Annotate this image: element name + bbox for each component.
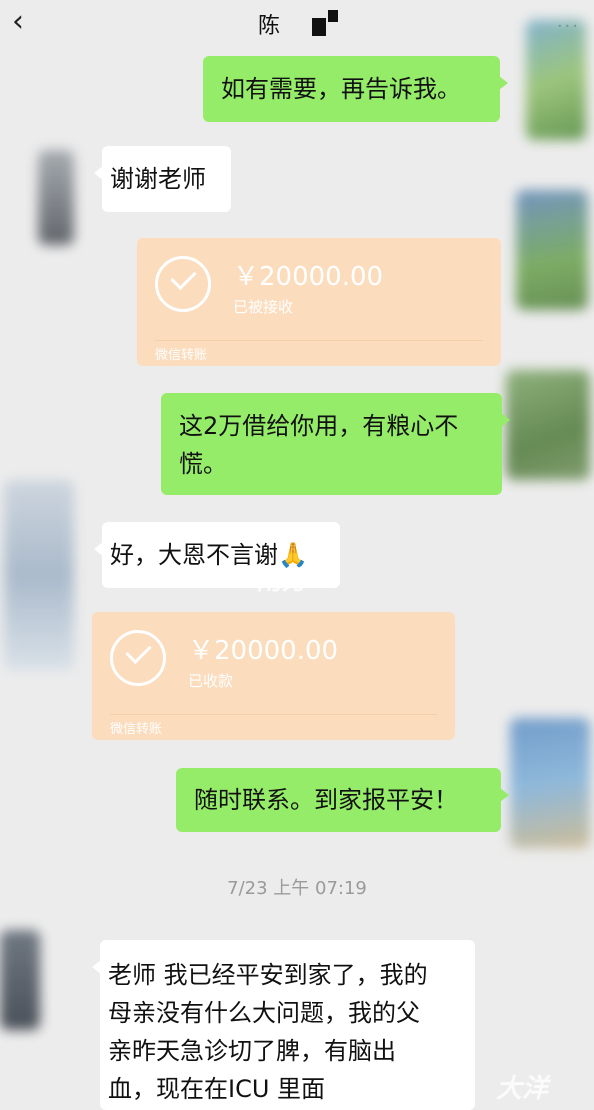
avatar-contact[interactable] [4,480,74,670]
wechat-transfer-card[interactable]: ￥20000.00 已收款 微信转账 [92,612,455,740]
avatar-self[interactable] [506,370,590,480]
transfer-amount: ￥20000.00 [233,262,384,292]
avatar-self[interactable] [510,718,590,848]
transfer-status: 已被接收 [233,298,294,316]
divider [110,714,437,715]
chat-header: ‹ 陈 ··· [0,0,594,48]
message-bubble-sent[interactable]: 随时联系。到家报平安！ [176,768,509,832]
message-text: 随时联系。到家报平安！ [194,786,458,814]
message-text: 如有需要，再告诉我。 [221,75,461,103]
message-text-line: 血，现在在ICU 里面 [108,1075,326,1103]
avatar-contact[interactable] [38,150,74,245]
transfer-status: 已收款 [188,672,234,690]
check-circle-icon [155,256,211,312]
redacted-name-block [312,10,338,36]
message-bubble-received[interactable]: 老师 我已经平安到家了，我的 母亲没有什么大问题，我的父 亲昨天急诊切了脾，有脑… [92,940,475,1110]
message-text-line: 老师 我已经平安到家了，我的 [108,961,428,989]
avatar-self[interactable] [516,190,588,310]
message-bubble-received[interactable]: 谢谢老师 [94,146,231,212]
message-timestamp: 7/23 上午 07:19 [227,878,367,899]
message-text-line: 母亲没有什么大问题，我的父 [108,999,420,1027]
message-text: 谢谢老师 [110,165,206,193]
avatar-self[interactable] [526,20,586,140]
message-text-line: 这2万借给你用，有粮心不 [179,412,459,440]
message-bubble-sent[interactable]: 这2万借给你用，有粮心不 慌。 [161,393,510,495]
message-bubble-sent[interactable]: 如有需要，再告诉我。 [203,56,508,122]
message-text-line: 慌。 [179,450,227,478]
check-circle-icon [110,630,166,686]
message-text-line: 亲昨天急诊切了脾，有脑出 [108,1037,396,1065]
avatar-contact[interactable] [0,930,40,1030]
transfer-footer-label: 微信转账 [110,722,163,737]
transfer-amount: ￥20000.00 [188,636,339,666]
chevron-left-icon[interactable]: ‹ [12,4,42,40]
divider [155,340,483,341]
transfer-footer-label: 微信转账 [155,348,208,363]
chat-title: 陈 [258,14,281,39]
watermark-mid: 南方 [256,566,309,596]
watermark-bottom: 大洋 [496,1074,549,1104]
wechat-transfer-card[interactable]: ￥20000.00 已被接收 微信转账 [137,238,501,366]
